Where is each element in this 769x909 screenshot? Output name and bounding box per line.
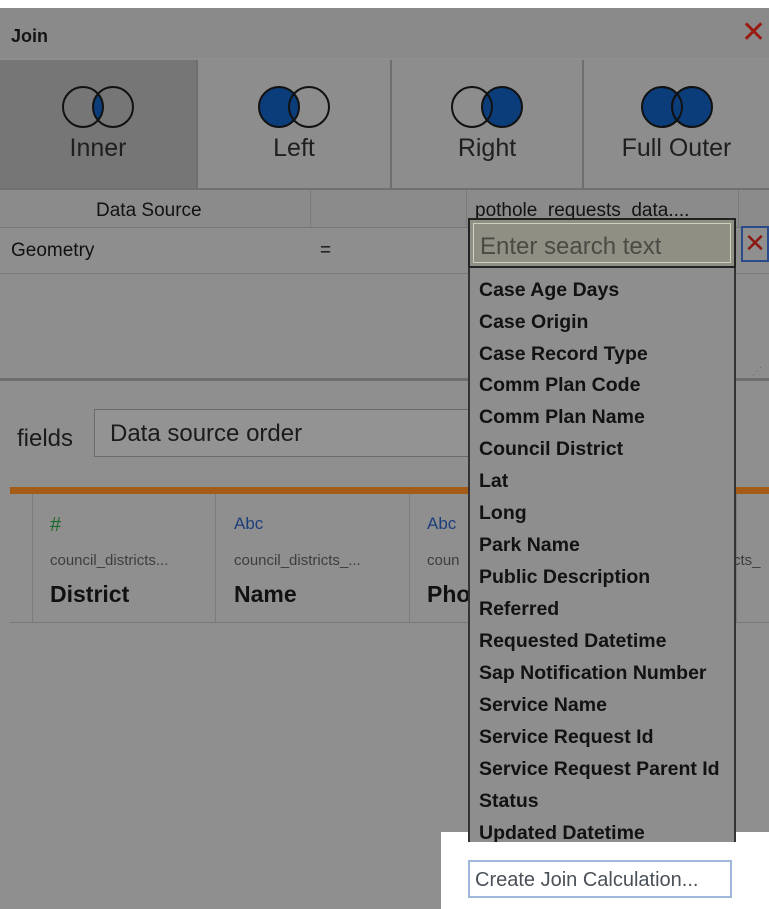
remove-clause-icon[interactable]: ✕ (741, 226, 769, 262)
close-icon[interactable]: ✕ (741, 18, 766, 48)
sort-order-select[interactable]: Data source order (94, 409, 479, 457)
resize-grip-icon[interactable]: ⋰ (752, 366, 762, 377)
create-join-calculation-button[interactable]: Create Join Calculation... (468, 860, 732, 898)
string-type-icon[interactable]: Abc (234, 514, 263, 534)
list-item[interactable]: Service Name (479, 694, 607, 717)
list-item[interactable]: Council District (479, 438, 623, 461)
field-search-input[interactable]: Enter search text (468, 218, 736, 268)
column-divider (738, 190, 739, 230)
title-bar: Join ✕ (0, 8, 769, 58)
create-join-calculation-label: Create Join Calculation... (475, 869, 699, 891)
column-name: Pho (427, 581, 471, 607)
search-placeholder: Enter search text (480, 233, 662, 260)
column-source: coun (427, 552, 460, 569)
join-operator[interactable]: = (320, 240, 331, 262)
list-item[interactable]: Updated Datetime (479, 822, 645, 842)
list-item[interactable]: Long (479, 502, 527, 525)
join-type-label: Inner (69, 134, 127, 162)
column-name: District (50, 581, 130, 607)
left-field[interactable]: Geometry (11, 240, 94, 262)
grid-column-header[interactable]: Abc coun Pho (410, 494, 470, 622)
column-divider (310, 190, 311, 230)
list-item[interactable]: Requested Datetime (479, 630, 666, 653)
list-item[interactable]: Status (479, 790, 539, 813)
join-type-inner-button[interactable]: Inner (0, 60, 198, 188)
list-item[interactable]: Lat (479, 470, 508, 493)
field-dropdown-list: Case Age Days Case Origin Case Record Ty… (468, 268, 736, 842)
list-item[interactable]: Referred (479, 598, 559, 621)
grid-column-header[interactable] (10, 494, 33, 622)
list-item[interactable]: Service Request Id (479, 726, 654, 749)
list-item[interactable]: Comm Plan Code (479, 374, 640, 397)
grid-column-header[interactable]: Abc council_districts_... Name (216, 494, 410, 622)
list-item[interactable]: Case Record Type (479, 343, 648, 366)
column-source: council_districts_... (234, 552, 361, 569)
right-join-icon (451, 86, 523, 128)
inner-join-icon (62, 86, 134, 128)
string-type-icon[interactable]: Abc (427, 514, 456, 534)
join-type-label: Left (273, 134, 315, 162)
list-item[interactable]: Sap Notification Number (479, 662, 707, 685)
sort-order-value: Data source order (110, 420, 303, 447)
column-name: Name (234, 581, 297, 607)
list-item[interactable]: Service Request Parent Id (479, 758, 720, 781)
list-item[interactable]: Case Origin (479, 311, 588, 334)
join-type-right-button[interactable]: Right (392, 60, 584, 188)
grid-column-header[interactable]: cts_ (733, 494, 769, 622)
left-source-header: Data Source (96, 200, 202, 221)
sort-fields-label: fields (17, 425, 74, 452)
full-outer-join-icon (640, 86, 713, 128)
list-item[interactable]: Park Name (479, 534, 580, 557)
column-source: cts_ (733, 552, 761, 569)
join-type-label: Full Outer (621, 134, 732, 162)
list-item[interactable]: Comm Plan Name (479, 406, 645, 429)
column-source: council_districts... (50, 552, 169, 569)
dialog-title: Join (11, 26, 49, 46)
grid-column-header[interactable]: # council_districts... District (33, 494, 216, 622)
number-type-icon[interactable]: # (50, 514, 61, 537)
join-type-label: Right (457, 134, 517, 162)
column-divider (466, 190, 467, 230)
join-type-full-outer-button[interactable]: Full Outer (584, 60, 769, 188)
list-item[interactable]: Public Description (479, 566, 650, 589)
list-item[interactable]: Case Age Days (479, 279, 619, 302)
left-join-icon (258, 86, 330, 128)
join-type-left-button[interactable]: Left (198, 60, 392, 188)
